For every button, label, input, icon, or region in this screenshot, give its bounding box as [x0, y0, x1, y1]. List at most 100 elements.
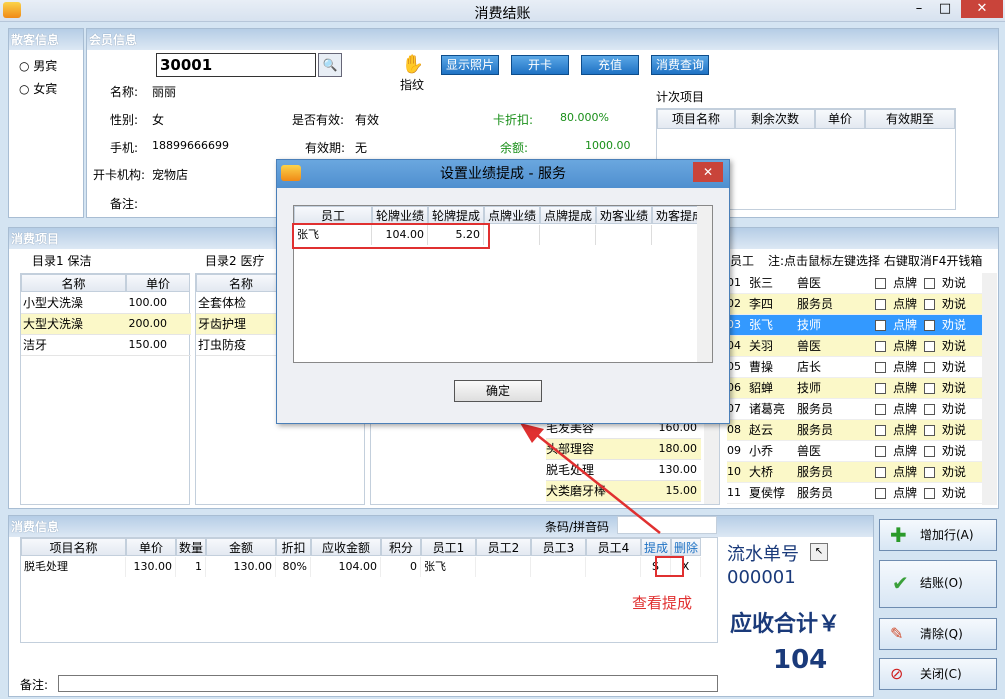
consume-note-input[interactable] [58, 675, 718, 692]
staff-row[interactable]: 04 关羽 兽医 点牌 劝说 [727, 336, 982, 357]
consume-header: 消费信息 [9, 516, 873, 537]
staff-row[interactable]: 09 小乔 兽医 点牌 劝说 [727, 441, 982, 462]
quanshuo-label: 劝说 [942, 444, 967, 458]
add-row-button[interactable]: ✚ 增加行(A) [879, 519, 997, 551]
recharge-button[interactable]: 充值 [581, 55, 639, 75]
staff-role: 兽医 [797, 444, 822, 458]
consume-table[interactable]: 项目名称 单价 数量 金额 折扣 应收金额 积分 员工1 员工2 员工3 员工4 提成 删除 脱毛处理 13… [20, 537, 718, 643]
consume-col-header: 项目名称 [21, 538, 126, 556]
quanshuo-label: 劝说 [942, 339, 967, 353]
dianpai-checkbox[interactable] [875, 467, 886, 478]
guest-panel: 散客信息 ○ 男宾 ○ 女宾 [8, 28, 84, 218]
staff-role: 店长 [797, 360, 822, 374]
dianpai-checkbox[interactable] [875, 362, 886, 373]
staff-row[interactable]: 08 赵云 服务员 点牌 劝说 [727, 420, 982, 441]
staff-row[interactable]: 07 诸葛亮 服务员 点牌 劝说 [727, 399, 982, 420]
dianpai-checkbox[interactable] [875, 446, 886, 457]
title-bar: 消费结账 [0, 0, 1005, 22]
quanshuo-checkbox[interactable] [924, 488, 935, 499]
staff-scrollbar[interactable] [982, 273, 997, 505]
dianpai-checkbox[interactable] [875, 341, 886, 352]
staff-role: 服务员 [797, 297, 834, 311]
dialog-col-header: 轮牌提成 [428, 206, 484, 224]
dianpai-checkbox[interactable] [875, 299, 886, 310]
row-staff2 [476, 557, 531, 577]
dianpai-checkbox[interactable] [875, 383, 886, 394]
dialog-close-icon[interactable]: ✕ [693, 162, 723, 182]
store-label: 开卡机构: [93, 168, 146, 182]
balance-label: 余额: [500, 141, 529, 155]
dianpai-label: 点牌 [893, 318, 918, 332]
staff-id: 11 [727, 486, 741, 499]
dianpai-checkbox[interactable] [875, 488, 886, 499]
list-item[interactable]: 小型犬洗澡 100.00 [21, 293, 191, 314]
discount-value: 80.000% [560, 111, 609, 124]
count-col-name: 项目名称 [657, 109, 735, 129]
quanshuo-checkbox[interactable] [924, 467, 935, 478]
row-name: 脱毛处理 [21, 557, 126, 577]
app-icon [3, 2, 21, 18]
dianpai-checkbox[interactable] [875, 404, 886, 415]
open-card-button[interactable]: 开卡 [511, 55, 569, 75]
cat1-list[interactable]: 名称 单价 小型犬洗澡 100.00 大型犬洗澡 200.00 洁牙 150.00 [20, 273, 191, 505]
checkout-button[interactable]: ✔ 结账(O) [879, 560, 997, 608]
quanshuo-checkbox[interactable] [924, 362, 935, 373]
dianpai-label: 点牌 [893, 402, 918, 416]
card-input[interactable]: 30001 [156, 53, 316, 77]
consume-col-header: 金额 [206, 538, 276, 556]
quanshuo-checkbox[interactable] [924, 425, 935, 436]
card-search-button[interactable]: 🔍 [318, 53, 342, 77]
quanshuo-checkbox[interactable] [924, 320, 935, 331]
dialog-pick-perf[interactable] [484, 225, 540, 245]
quanshuo-label: 劝说 [942, 297, 967, 311]
close-button[interactable]: ⊘ 关闭(C) [879, 658, 997, 690]
show-photo-button[interactable]: 显示照片 [441, 55, 499, 75]
quanshuo-checkbox[interactable] [924, 404, 935, 415]
total-label: 应收合计￥ [730, 612, 841, 637]
dialog-pick-comm[interactable] [540, 225, 596, 245]
dianpai-checkbox[interactable] [875, 320, 886, 331]
dianpai-label: 点牌 [893, 381, 918, 395]
clear-button[interactable]: ✎ 清除(Q) [879, 618, 997, 650]
consume-col-header: 删除 [671, 538, 701, 556]
dianpai-checkbox[interactable] [875, 278, 886, 289]
commission-annotation: 查看提成 [632, 594, 693, 612]
consume-query-button[interactable]: 消费查询 [651, 55, 709, 75]
dialog-scrollbar[interactable] [697, 206, 712, 362]
female-radio[interactable]: ○ 女宾 [19, 80, 57, 97]
dialog-persuade-perf[interactable] [596, 225, 652, 245]
dianpai-checkbox[interactable] [875, 425, 886, 436]
staff-row[interactable]: 11 夏侯惇 服务员 点牌 劝说 [727, 483, 982, 504]
quanshuo-checkbox[interactable] [924, 278, 935, 289]
dialog-ok-button[interactable]: 确定 [454, 380, 542, 402]
maximize-button[interactable]: □ [934, 0, 956, 18]
quanshuo-checkbox[interactable] [924, 299, 935, 310]
staff-role: 技师 [797, 381, 822, 395]
list-item[interactable]: 大型犬洗澡 200.00 [21, 314, 191, 335]
male-radio[interactable]: ○ 男宾 [19, 57, 57, 74]
cat2-col-name: 名称 [196, 274, 286, 292]
dianpai-label: 点牌 [893, 297, 918, 311]
staff-row[interactable]: 02 李四 服务员 点牌 劝说 [727, 294, 982, 315]
quanshuo-label: 劝说 [942, 486, 967, 500]
serial-pointer-icon[interactable]: ↖ [810, 543, 828, 561]
store-value: 宠物店 [152, 168, 189, 182]
staff-row[interactable]: 01 张三 兽医 点牌 劝说 [727, 273, 982, 294]
staff-row[interactable]: 06 貂蝉 技师 点牌 劝说 [727, 378, 982, 399]
quanshuo-checkbox[interactable] [924, 341, 935, 352]
list-item[interactable]: 洁牙 150.00 [21, 335, 191, 356]
staff-row[interactable]: 05 曹操 店长 点牌 劝说 [727, 357, 982, 378]
dianpai-label: 点牌 [893, 339, 918, 353]
consume-col-header: 折扣 [276, 538, 311, 556]
cat1-field[interactable] [98, 250, 122, 268]
quanshuo-checkbox[interactable] [924, 446, 935, 457]
staff-row[interactable]: 10 大桥 服务员 点牌 劝说 [727, 462, 982, 483]
staff-row[interactable]: 03 张飞 技师 点牌 劝说 [727, 315, 982, 336]
close-window-button[interactable]: ✕ [961, 0, 1003, 18]
quanshuo-checkbox[interactable] [924, 383, 935, 394]
minimize-button[interactable]: – [908, 0, 930, 18]
staff-role: 技师 [797, 318, 822, 332]
name-label: 名称: [110, 85, 139, 99]
fingerprint-icon[interactable]: ✋ [400, 54, 426, 75]
staff-list[interactable]: 01 张三 兽医 点牌 劝说 02 李四 服务员 点牌 劝说 03 张飞 技师 点牌 劝说 04 关羽 兽医 点牌劝… [727, 273, 997, 505]
